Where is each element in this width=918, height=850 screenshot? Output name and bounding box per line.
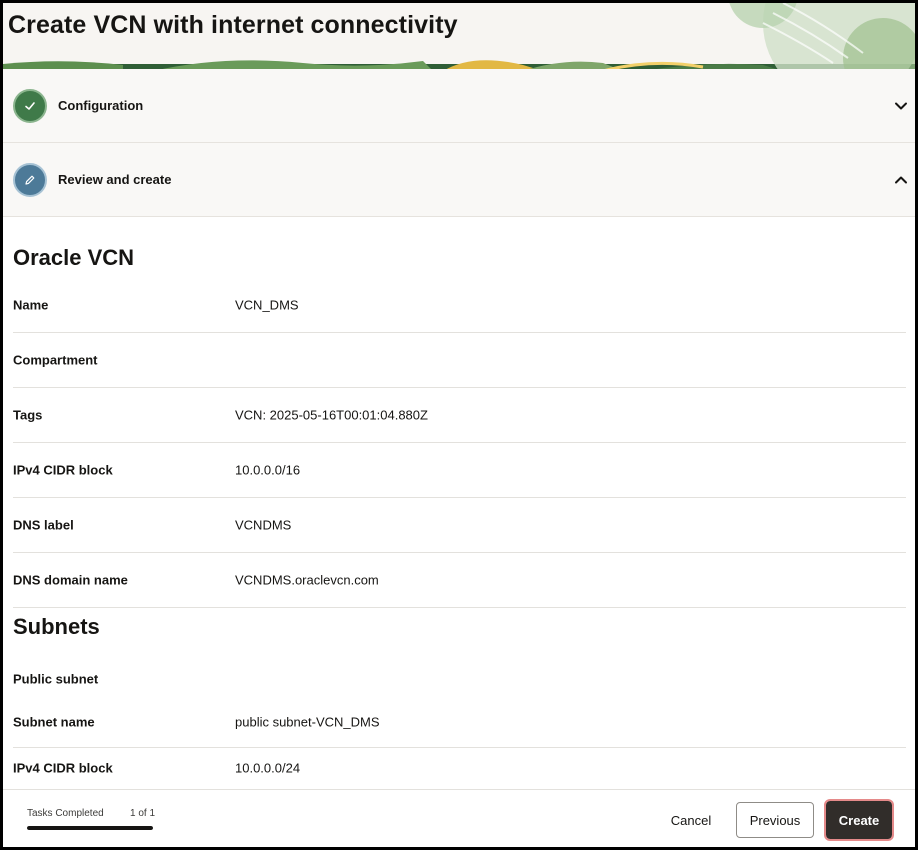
chevron-down-icon[interactable]	[893, 98, 909, 114]
detail-label: IPv4 CIDR block	[13, 760, 113, 776]
detail-value: public subnet-VCN_DMS	[235, 714, 380, 729]
detail-row-subnet-cidr: IPv4 CIDR block 10.0.0.0/24	[13, 748, 906, 788]
step-current-badge	[13, 162, 47, 197]
dialog-frame: Create VCN with internet connectivity Co…	[0, 0, 918, 850]
step-completed-badge	[13, 88, 47, 123]
detail-row-tags: Tags VCN: 2025-05-16T00:01:04.880Z	[13, 388, 906, 443]
header-banner: Create VCN with internet connectivity	[3, 3, 915, 71]
tasks-completed-count: 1 of 1	[130, 808, 156, 819]
detail-value: 10.0.0.0/24	[235, 760, 301, 776]
cancel-button[interactable]: Cancel	[661, 802, 721, 838]
pencil-icon	[25, 175, 35, 185]
detail-row-subnet-name: Subnet name public subnet-VCN_DMS	[13, 696, 906, 748]
detail-label: DNS domain name	[13, 572, 128, 588]
detail-row-ipv4-cidr: IPv4 CIDR block 10.0.0.0/16	[13, 443, 906, 498]
step-review-and-create[interactable]: Review and create	[3, 143, 915, 217]
detail-value: VCN_DMS	[235, 297, 299, 313]
detail-row-name: Name VCN_DMS	[13, 278, 906, 333]
detail-label: Tags	[13, 407, 43, 423]
review-content[interactable]: Oracle VCN Name VCN_DMS Compartment Tags…	[3, 218, 915, 790]
public-subnet-heading: Public subnet	[13, 671, 99, 686]
step-label-review: Review and create	[58, 172, 172, 187]
detail-row-compartment: Compartment	[13, 333, 906, 388]
detail-row-dns-label: DNS label VCNDMS	[13, 498, 906, 553]
page-title: Create VCN with internet connectivity	[8, 11, 458, 39]
footer-bar: Tasks Completed 1 of 1 Cancel Previous C…	[3, 789, 915, 847]
detail-label: Compartment	[13, 352, 98, 368]
tasks-completed-label: Tasks Completed	[27, 808, 104, 819]
section-title-subnets: Subnets	[13, 614, 100, 639]
tasks-progress-fill	[27, 826, 153, 830]
detail-label: Subnet name	[13, 714, 95, 729]
step-configuration[interactable]: Configuration	[3, 69, 915, 143]
tasks-progress-bar	[27, 826, 153, 830]
check-icon	[25, 101, 35, 110]
step-label-configuration: Configuration	[58, 98, 144, 113]
detail-value: 10.0.0.0/16	[235, 462, 301, 478]
chevron-up-icon[interactable]	[893, 172, 909, 188]
detail-label: DNS label	[13, 517, 74, 533]
detail-label: IPv4 CIDR block	[13, 462, 113, 478]
detail-row-dns-domain: DNS domain name VCNDMS.oraclevcn.com	[13, 553, 906, 608]
detail-label: Name	[13, 297, 49, 313]
detail-value: VCNDMS.oraclevcn.com	[235, 572, 379, 588]
section-title-oracle-vcn: Oracle VCN	[13, 245, 135, 270]
detail-value: VCNDMS	[235, 517, 292, 533]
detail-value: VCN: 2025-05-16T00:01:04.880Z	[235, 407, 428, 423]
previous-button[interactable]: Previous	[736, 802, 814, 838]
create-button[interactable]: Create	[824, 799, 894, 841]
